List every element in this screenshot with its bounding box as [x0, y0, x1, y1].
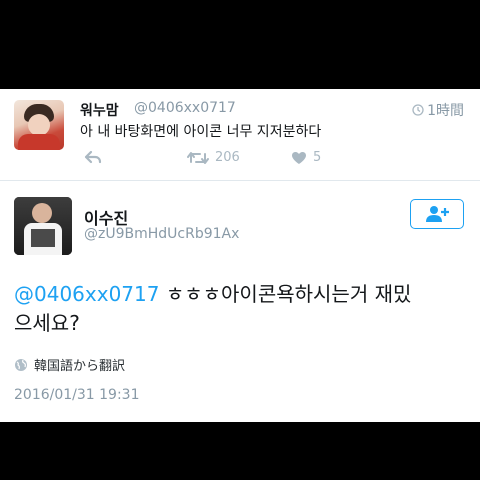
translate-label[interactable]: 韓国語から翻訳	[34, 355, 125, 374]
reply-icon	[84, 150, 102, 164]
tweet-time: 1時間	[412, 100, 464, 120]
author-handle[interactable]: @zU9BmHdUcRb91Ax	[84, 226, 239, 242]
tweet-text: 아 내 바탕화면에 아이콘 너무 지저분하다	[80, 124, 322, 140]
tweet-date: 2016/01/31 19:31	[14, 387, 140, 403]
tweet-text-line2: 으세요?	[14, 311, 80, 335]
like-button[interactable]: 5	[291, 150, 321, 165]
translate-link[interactable]: 韓国語から翻訳	[14, 355, 125, 374]
follow-button[interactable]	[410, 199, 464, 229]
author-handle[interactable]: @0406xx0717	[134, 100, 236, 116]
tweet-text: @0406xx0717 ㅎㅎㅎ아이콘욕하시는거 재밌 으세요?	[14, 280, 474, 338]
tweet-text-line1: ㅎㅎㅎ아이콘욕하시는거 재밌	[159, 282, 412, 306]
globe-icon	[15, 358, 27, 371]
avatar[interactable]	[14, 100, 64, 150]
clock-icon	[412, 104, 424, 116]
tweet-actions: 206 5	[80, 150, 380, 172]
avatar[interactable]	[14, 197, 72, 255]
retweet-icon	[187, 151, 209, 164]
retweet-button[interactable]: 206	[187, 150, 240, 165]
mention-link[interactable]: @0406xx0717	[14, 282, 159, 306]
time-label: 1時間	[427, 103, 464, 119]
heart-icon	[292, 151, 306, 164]
tweet-screen: 워누맘 @0406xx0717 1時間 아 내 바탕화면에 아이콘 너무 지저분…	[0, 89, 480, 422]
reply-button[interactable]	[84, 150, 102, 164]
divider	[0, 180, 480, 181]
reply-tweet[interactable]: 워누맘 @0406xx0717 1時間 아 내 바탕화면에 아이콘 너무 지저분…	[0, 89, 480, 181]
retweet-count: 206	[215, 150, 240, 165]
follow-user-icon	[426, 206, 449, 222]
author-name[interactable]: 워누맘	[80, 100, 119, 120]
like-count: 5	[313, 150, 322, 165]
